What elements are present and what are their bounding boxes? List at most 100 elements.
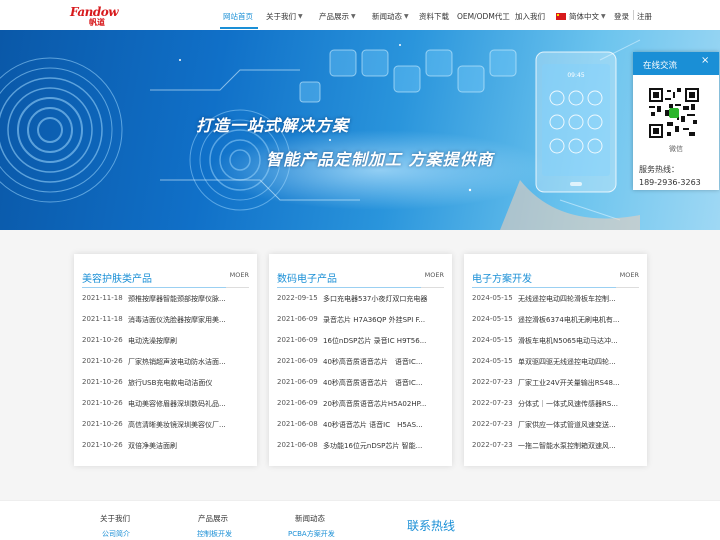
- top-header: Fandow 帆道 网站首页 关于我们 ▼ 产品展示 ▼ 新闻动态 ▼ 资料下载 OE…: [0, 0, 720, 30]
- item-date: 2024-05-15: [472, 336, 513, 344]
- footer-about-title[interactable]: 关于我们: [100, 513, 130, 524]
- nav-products[interactable]: 产品展示 ▼: [319, 11, 356, 22]
- nav-join[interactable]: 加入我们: [515, 11, 545, 22]
- item-title: 厂家工业24V开关量输出RS48...: [518, 379, 620, 387]
- item-date: 2021-10-26: [82, 378, 123, 386]
- nav-news[interactable]: 新闻动态 ▼: [372, 11, 409, 22]
- item-title: 遥控滑板6374电机无刷电机有...: [518, 316, 620, 324]
- footer-news-title[interactable]: 新闻动态: [295, 513, 325, 524]
- list-item[interactable]: 2021-11-18 消毒洁面仪洗脸器按摩家用美...: [82, 315, 252, 327]
- item-title: 厂家供应一体式管道风速变送...: [518, 421, 616, 429]
- site-footer: 关于我们 公司简介 产品展示 控制板开发 新闻动态 PCBA方案开发 联系热线: [0, 500, 720, 540]
- wechat-qr-code: [649, 88, 699, 138]
- list-item[interactable]: 2022-07-23 厂家工业24V开关量输出RS48...: [472, 378, 642, 390]
- list-item[interactable]: 2021-06-09 40秒高音质语音芯片 语音IC...: [277, 357, 447, 369]
- list-item[interactable]: 2021-11-18 颈椎按摩器智能颈部按摩仪脉...: [82, 294, 252, 306]
- language-selector[interactable]: 简体中文 ▼: [556, 11, 606, 22]
- ring-pattern-left: [0, 57, 123, 203]
- list-item[interactable]: 2022-07-23 一拖二智能水泵控制箱双速风...: [472, 441, 642, 453]
- item-date: 2021-10-26: [82, 336, 123, 344]
- list-item[interactable]: 2021-10-26 旅行USB充电款电动洁面仪: [82, 378, 252, 390]
- brand-logo[interactable]: Fandow 帆道: [70, 5, 120, 27]
- list-item[interactable]: 2021-10-26 电动洗澡按摩刷: [82, 336, 252, 348]
- item-title: 厂家热销超声波电动防水洁面...: [128, 358, 226, 366]
- item-title: 滑板车电机N5065电动马达冲...: [518, 337, 618, 345]
- list-item[interactable]: 2021-06-08 多功能16位元nDSP芯片 智能...: [277, 441, 447, 453]
- item-date: 2022-07-23: [472, 399, 513, 407]
- item-date: 2021-10-26: [82, 420, 123, 428]
- list-item[interactable]: 2024-05-15 无线遥控电动四轮滑板车控制...: [472, 294, 642, 306]
- list-item[interactable]: 2021-06-09 20秒高音质语音芯片H5A02HP...: [277, 399, 447, 411]
- item-date: 2022-07-23: [472, 441, 513, 449]
- footer-control-board-link[interactable]: 控制板开发: [197, 529, 232, 539]
- item-date: 2021-10-26: [82, 399, 123, 407]
- item-title: 双倍净美洁面刷: [128, 442, 177, 450]
- item-date: 2021-06-09: [277, 336, 318, 344]
- nav-oem[interactable]: OEM/ODM代工: [457, 11, 510, 22]
- list-item[interactable]: 2021-10-26 电动美容修眉器深圳数码礼品...: [82, 399, 252, 411]
- item-title: 无线遥控电动四轮滑板车控制...: [518, 295, 616, 303]
- chat-title: 在线交流: [643, 61, 678, 71]
- nav-about[interactable]: 关于我们 ▼: [266, 11, 303, 22]
- item-date: 2024-05-15: [472, 357, 513, 365]
- item-date: 2022-07-23: [472, 378, 513, 386]
- footer-pcba-link[interactable]: PCBA方案开发: [288, 529, 335, 539]
- card-digital-products: 数码电子产品 MOER 2022-09-15 多口充电器537小夜灯双口充电器 2…: [269, 254, 452, 466]
- card-title[interactable]: 美容护肤类产品: [82, 270, 152, 285]
- nav-about-label: 关于我们: [266, 12, 296, 21]
- item-title: 录音芯片 H7A36QP 外挂SPI F...: [323, 316, 426, 324]
- card-title[interactable]: 数码电子产品: [277, 270, 337, 285]
- list-item[interactable]: 2021-06-08 40秒语音芯片 语音IC H5AS...: [277, 420, 447, 432]
- item-date: 2021-06-08: [277, 441, 318, 449]
- chevron-down-icon: ▼: [404, 13, 409, 20]
- nav-downloads[interactable]: 资料下载: [419, 11, 449, 22]
- item-date: 2024-05-15: [472, 315, 513, 323]
- title-underline: [472, 287, 616, 288]
- more-link[interactable]: MOER: [425, 271, 444, 279]
- logo-sub-text: 帆道: [89, 18, 105, 27]
- card-title[interactable]: 电子方案开发: [472, 270, 532, 285]
- banner-graphic: 09:45: [0, 39, 641, 230]
- list-item[interactable]: 2022-07-23 厂家供应一体式管道风速变送...: [472, 420, 642, 432]
- tech-tiles: [299, 49, 517, 103]
- list-item[interactable]: 2021-10-26 厂家热销超声波电动防水洁面...: [82, 357, 252, 369]
- card-beauty-products: 美容护肤类产品 MOER 2021-11-18 颈椎按摩器智能颈部按摩仪脉... …: [74, 254, 257, 466]
- list-item[interactable]: 2021-06-09 40秒高音质语音芯片 语音IC...: [277, 378, 447, 390]
- footer-products-title[interactable]: 产品展示: [198, 513, 228, 524]
- item-title: 多口充电器537小夜灯双口充电器: [323, 295, 428, 303]
- language-label: 简体中文: [569, 12, 599, 21]
- item-title: 单双驱四驱无线遥控电动四轮...: [518, 358, 616, 366]
- item-date: 2021-10-26: [82, 441, 123, 449]
- list-item[interactable]: 2022-07-23 分体式｜一体式风速传感器RS...: [472, 399, 642, 411]
- hero-banner: 09:45 打造一站式解决方案 智能产品定制加工 方案提供商: [0, 30, 720, 230]
- close-icon[interactable]: ×: [701, 55, 709, 66]
- list-item[interactable]: 2021-06-09 录音芯片 H7A36QP 外挂SPI F...: [277, 315, 447, 327]
- more-link[interactable]: MOER: [620, 271, 639, 279]
- more-link[interactable]: MOER: [230, 271, 249, 279]
- hotline-number[interactable]: 189-2936-3263: [639, 178, 701, 187]
- item-title: 40秒高音质语音芯片 语音IC...: [323, 379, 423, 387]
- item-date: 2021-06-09: [277, 378, 318, 386]
- item-date: 2021-06-08: [277, 420, 318, 428]
- footer-company-intro-link[interactable]: 公司简介: [102, 529, 130, 539]
- item-date: 2024-05-15: [472, 294, 513, 302]
- china-flag-icon: [556, 13, 566, 20]
- list-item[interactable]: 2021-06-09 16位nDSP芯片 录音IC H9T56...: [277, 336, 447, 348]
- list-item[interactable]: 2024-05-15 单双驱四驱无线遥控电动四轮...: [472, 357, 642, 369]
- list-item[interactable]: 2024-05-15 滑板车电机N5065电动马达冲...: [472, 336, 642, 348]
- footer-hotline-title: 联系热线: [407, 519, 456, 533]
- item-title: 40秒语音芯片 语音IC H5AS...: [323, 421, 423, 429]
- login-link[interactable]: 登录: [614, 11, 629, 22]
- title-underline: [82, 287, 226, 288]
- item-date: 2021-06-09: [277, 357, 318, 365]
- list-item[interactable]: 2022-09-15 多口充电器537小夜灯双口充电器: [277, 294, 447, 306]
- list-item[interactable]: 2021-10-26 双倍净美洁面刷: [82, 441, 252, 453]
- item-date: 2021-06-09: [277, 315, 318, 323]
- list-item[interactable]: 2024-05-15 遥控滑板6374电机无刷电机有...: [472, 315, 642, 327]
- item-title: 旅行USB充电款电动洁面仪: [128, 379, 213, 387]
- nav-home[interactable]: 网站首页: [223, 11, 253, 22]
- register-link[interactable]: 注册: [637, 11, 652, 22]
- hotline-label: 服务热线：: [639, 165, 679, 174]
- list-item[interactable]: 2021-10-26 高信清晰美妆镜深圳美容仪厂...: [82, 420, 252, 432]
- item-title: 16位nDSP芯片 录音IC H9T56...: [323, 337, 427, 345]
